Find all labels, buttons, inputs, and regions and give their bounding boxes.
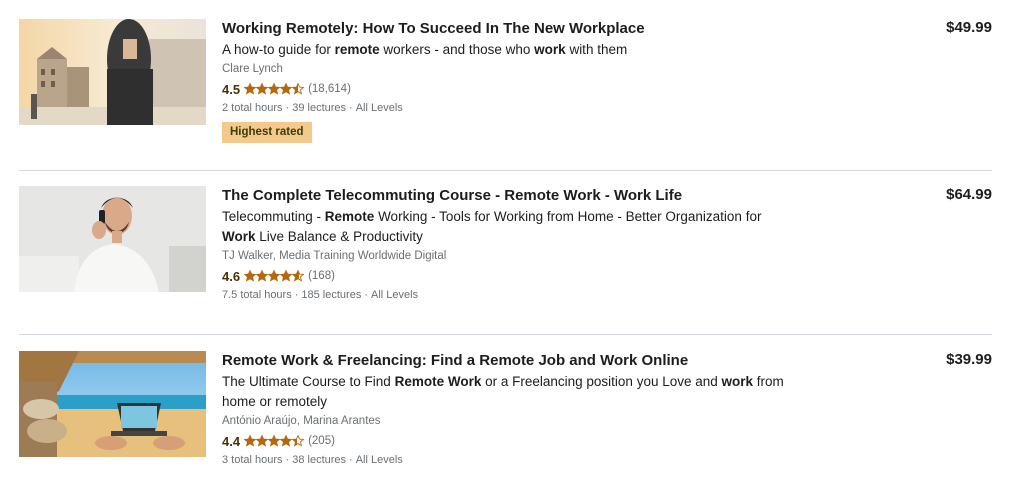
star-icon — [256, 83, 269, 95]
course-thumbnail-man-on-phone[interactable] — [19, 186, 206, 292]
course-price: $49.99 — [946, 19, 992, 36]
star-icon — [280, 83, 293, 95]
rating-number: 4.6 — [222, 268, 241, 284]
review-count: (168) — [308, 270, 335, 282]
course-headline: Telecommuting - Remote Working - Tools f… — [222, 207, 792, 247]
rating-row: 4.6 (168) — [222, 267, 822, 285]
headline-text: Telecommuting - — [222, 209, 325, 224]
course-instructor: António Araújo, Marina Arantes — [222, 415, 381, 427]
course-headline: A how-to guide for remote workers - and … — [222, 40, 792, 60]
star-icon — [256, 435, 269, 447]
highest-rated-badge: Highest rated — [222, 122, 312, 143]
star-icon — [244, 83, 257, 95]
separator-dot: · — [285, 102, 290, 114]
course-info: The Complete Telecommuting Course - Remo… — [222, 186, 822, 303]
divider — [19, 170, 992, 171]
course-level: All Levels — [371, 289, 419, 301]
star-icon — [268, 435, 281, 447]
lecture-count: 39 lectures — [292, 102, 347, 114]
star-icon — [268, 270, 281, 282]
headline-keyword: remote — [334, 42, 380, 57]
star-icon — [244, 270, 257, 282]
headline-text: with them — [565, 42, 628, 57]
separator-dot: · — [364, 289, 368, 301]
headline-text: workers - and those who — [379, 42, 535, 57]
separator-dot: · — [285, 454, 290, 466]
headline-keyword: work — [721, 374, 754, 389]
course-thumbnail-beach-laptop[interactable] — [19, 351, 206, 457]
headline-text: A how-to guide for — [222, 42, 335, 57]
course-level: All Levels — [355, 102, 403, 114]
star-icon — [280, 270, 293, 282]
course-instructor: Clare Lynch — [222, 63, 283, 75]
star-rating-icon — [244, 435, 305, 447]
separator-dot: · — [349, 454, 353, 466]
course-level: All Levels — [355, 454, 403, 466]
rating-row: 4.4 (205) — [222, 432, 822, 450]
rating-row: 4.5 (18,614) — [222, 80, 822, 98]
star-icon — [244, 435, 257, 447]
separator-dot: · — [294, 289, 299, 301]
course-meta: 2 total hours · 39 lectures · All Levels — [222, 101, 822, 116]
separator-dot: · — [349, 102, 353, 114]
total-hours: 7.5 total hours — [222, 289, 292, 301]
total-hours: 3 total hours — [222, 454, 283, 466]
headline-text: or a Freelancing position you Love and — [481, 374, 722, 389]
headline-keyword: work — [534, 42, 566, 57]
star-icon — [292, 435, 305, 447]
total-hours: 2 total hours — [222, 102, 283, 114]
headline-keyword: Work — [222, 229, 256, 244]
course-title[interactable]: The Complete Telecommuting Course - Remo… — [222, 186, 822, 205]
headline-keyword: Remote Work — [394, 374, 482, 389]
course-price: $64.99 — [946, 186, 992, 203]
course-thumbnail-office-worker[interactable] — [19, 19, 206, 125]
course-list: Working Remotely: How To Succeed In The … — [0, 0, 1024, 492]
rating-number: 4.5 — [222, 81, 241, 97]
rating-number: 4.4 — [222, 433, 241, 449]
star-icon — [268, 83, 281, 95]
course-headline: The Ultimate Course to Find Remote Work … — [222, 372, 792, 412]
course-info: Remote Work & Freelancing: Find a Remote… — [222, 351, 822, 468]
course-title[interactable]: Remote Work & Freelancing: Find a Remote… — [222, 351, 822, 370]
divider — [19, 334, 992, 335]
course-meta: 3 total hours · 38 lectures · All Levels — [222, 453, 822, 468]
course-title[interactable]: Working Remotely: How To Succeed In The … — [222, 19, 822, 38]
star-rating-icon — [244, 270, 305, 282]
review-count: (18,614) — [308, 83, 351, 95]
course-meta: 7.5 total hours · 185 lectures · All Levels — [222, 288, 822, 303]
headline-text: Working - Tools for Working from Home - … — [374, 209, 762, 224]
star-icon — [256, 270, 269, 282]
star-rating-icon — [244, 83, 305, 95]
lecture-count: 185 lectures — [301, 289, 362, 301]
course-instructor: TJ Walker, Media Training Worldwide Digi… — [222, 250, 447, 262]
star-icon — [292, 270, 305, 282]
course-price: $39.99 — [946, 351, 992, 368]
headline-text: Live Balance & Productivity — [255, 229, 423, 244]
headline-keyword: Remote — [324, 209, 375, 224]
course-info: Working Remotely: How To Succeed In The … — [222, 19, 822, 143]
star-icon — [292, 83, 305, 95]
lecture-count: 38 lectures — [292, 454, 347, 466]
review-count: (205) — [308, 435, 335, 447]
star-icon — [280, 435, 293, 447]
headline-text: The Ultimate Course to Find — [222, 374, 395, 389]
